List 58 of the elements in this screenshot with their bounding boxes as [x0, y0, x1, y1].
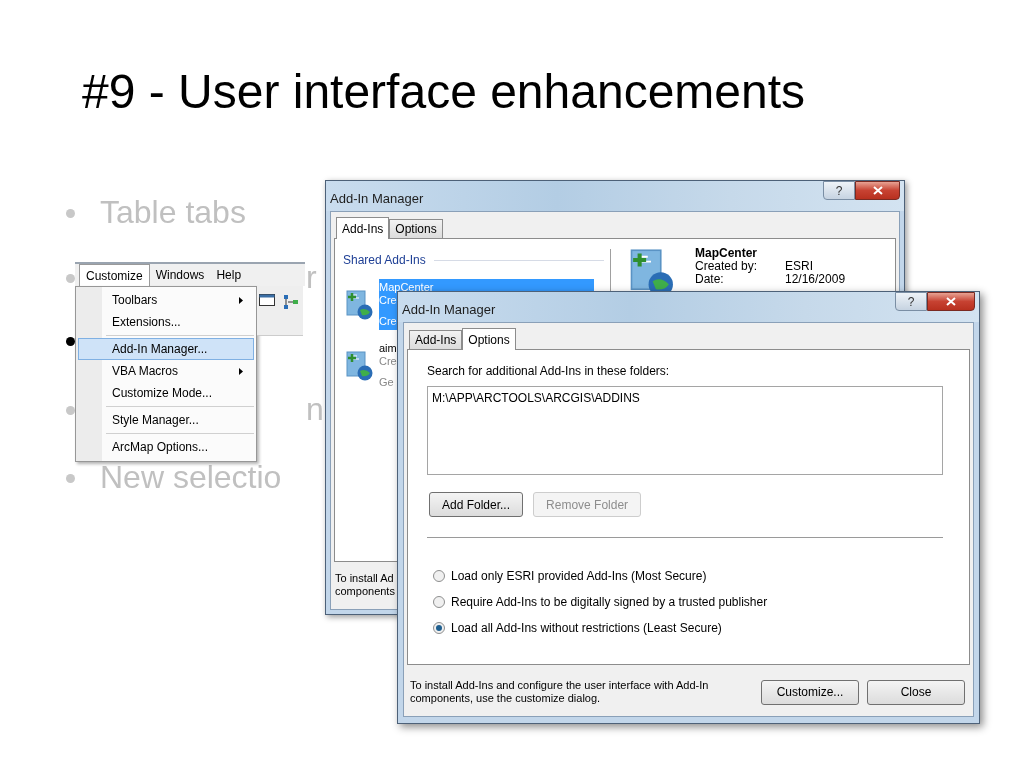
tab[interactable]: Options — [389, 219, 443, 238]
add-in-text: Ge — [379, 376, 395, 389]
document-globe-icon — [343, 288, 375, 321]
bullet-text: New selectio — [100, 458, 282, 497]
window-icon — [259, 294, 275, 306]
diagram-icon — [283, 294, 299, 310]
menu-bar-item[interactable]: Customize — [79, 264, 150, 286]
menu-item[interactable]: Style Manager... — [78, 409, 254, 431]
dialog-button[interactable]: Customize... — [761, 679, 859, 705]
add-in-text: Cre — [379, 355, 398, 368]
menu-bar-item[interactable]: Windows — [149, 264, 211, 286]
add-in-text: Cre — [379, 294, 398, 307]
radio-button[interactable] — [433, 570, 445, 582]
add-in-text: aim — [379, 342, 398, 355]
tab[interactable]: Options — [462, 328, 516, 350]
footer-text: components — [335, 585, 395, 598]
close-icon — [946, 297, 956, 306]
radio-button[interactable] — [433, 596, 445, 608]
detail-label: Created by: — [695, 260, 759, 273]
tab[interactable]: Add-Ins — [336, 217, 390, 239]
folder-path[interactable]: M:\APP\ARCTOOLS\ARCGIS\ADDINS — [432, 389, 938, 407]
slide-title: #9 - User interface enhancements — [82, 64, 806, 120]
menu-bar-item[interactable]: Help — [210, 264, 248, 286]
menu-item[interactable]: Customize Mode... — [78, 382, 254, 404]
add-in-text: MapCenter — [379, 281, 435, 294]
window-title: Add-In Manager — [402, 301, 496, 319]
dialog-button[interactable]: Close — [867, 679, 965, 705]
menu-item[interactable]: Extensions... — [78, 311, 254, 333]
menu-item[interactable]: VBA Macros — [78, 360, 254, 382]
window-title: Add-In Manager — [330, 190, 424, 208]
add-in-text: Cre — [379, 315, 398, 328]
radio-label: Load only ESRI provided Add-Ins (Most Secure) — [451, 568, 707, 585]
radio-label: Load all Add-Ins without restrictions (Least Secure) — [451, 620, 722, 637]
tab[interactable]: Add-Ins — [409, 330, 463, 349]
menu-item[interactable]: Toolbars — [78, 289, 254, 311]
add-in-name: MapCenter — [695, 247, 758, 260]
radio-button[interactable] — [433, 622, 445, 634]
menu-item[interactable]: Add-In Manager... — [78, 338, 254, 360]
detail-value: 12/16/2009 — [785, 273, 846, 286]
detail-label: Date: — [695, 273, 725, 286]
document-globe-icon — [343, 349, 375, 382]
close-icon — [872, 186, 883, 195]
folder-button[interactable]: Add Folder... — [429, 492, 524, 517]
menu-item[interactable]: ArcMap Options... — [78, 436, 254, 458]
group-heading: Shared Add-Ins — [343, 252, 426, 269]
bullet-text: Table tabs — [100, 193, 246, 232]
radio-label: Require Add-Ins to be digitally signed by a trusted publisher — [451, 594, 768, 611]
footer-text: To install Ad — [335, 572, 394, 585]
close-button[interactable] — [927, 292, 975, 311]
bullet-text: n — [306, 390, 324, 429]
help-button[interactable]: ? — [823, 181, 855, 200]
detail-value: ESRI — [785, 260, 813, 273]
folders-label: Search for additional Add-Ins in these folders: — [427, 363, 671, 380]
help-button[interactable]: ? — [895, 292, 927, 311]
bullet-text: r — [306, 258, 317, 297]
footer-text: To install Add-Ins and configure the user interface with Add-In components, use the customize dialog. — [410, 679, 710, 705]
close-button[interactable] — [855, 181, 900, 200]
folders-list[interactable]: M:\APP\ARCTOOLS\ARCGIS\ADDINS — [427, 386, 943, 475]
